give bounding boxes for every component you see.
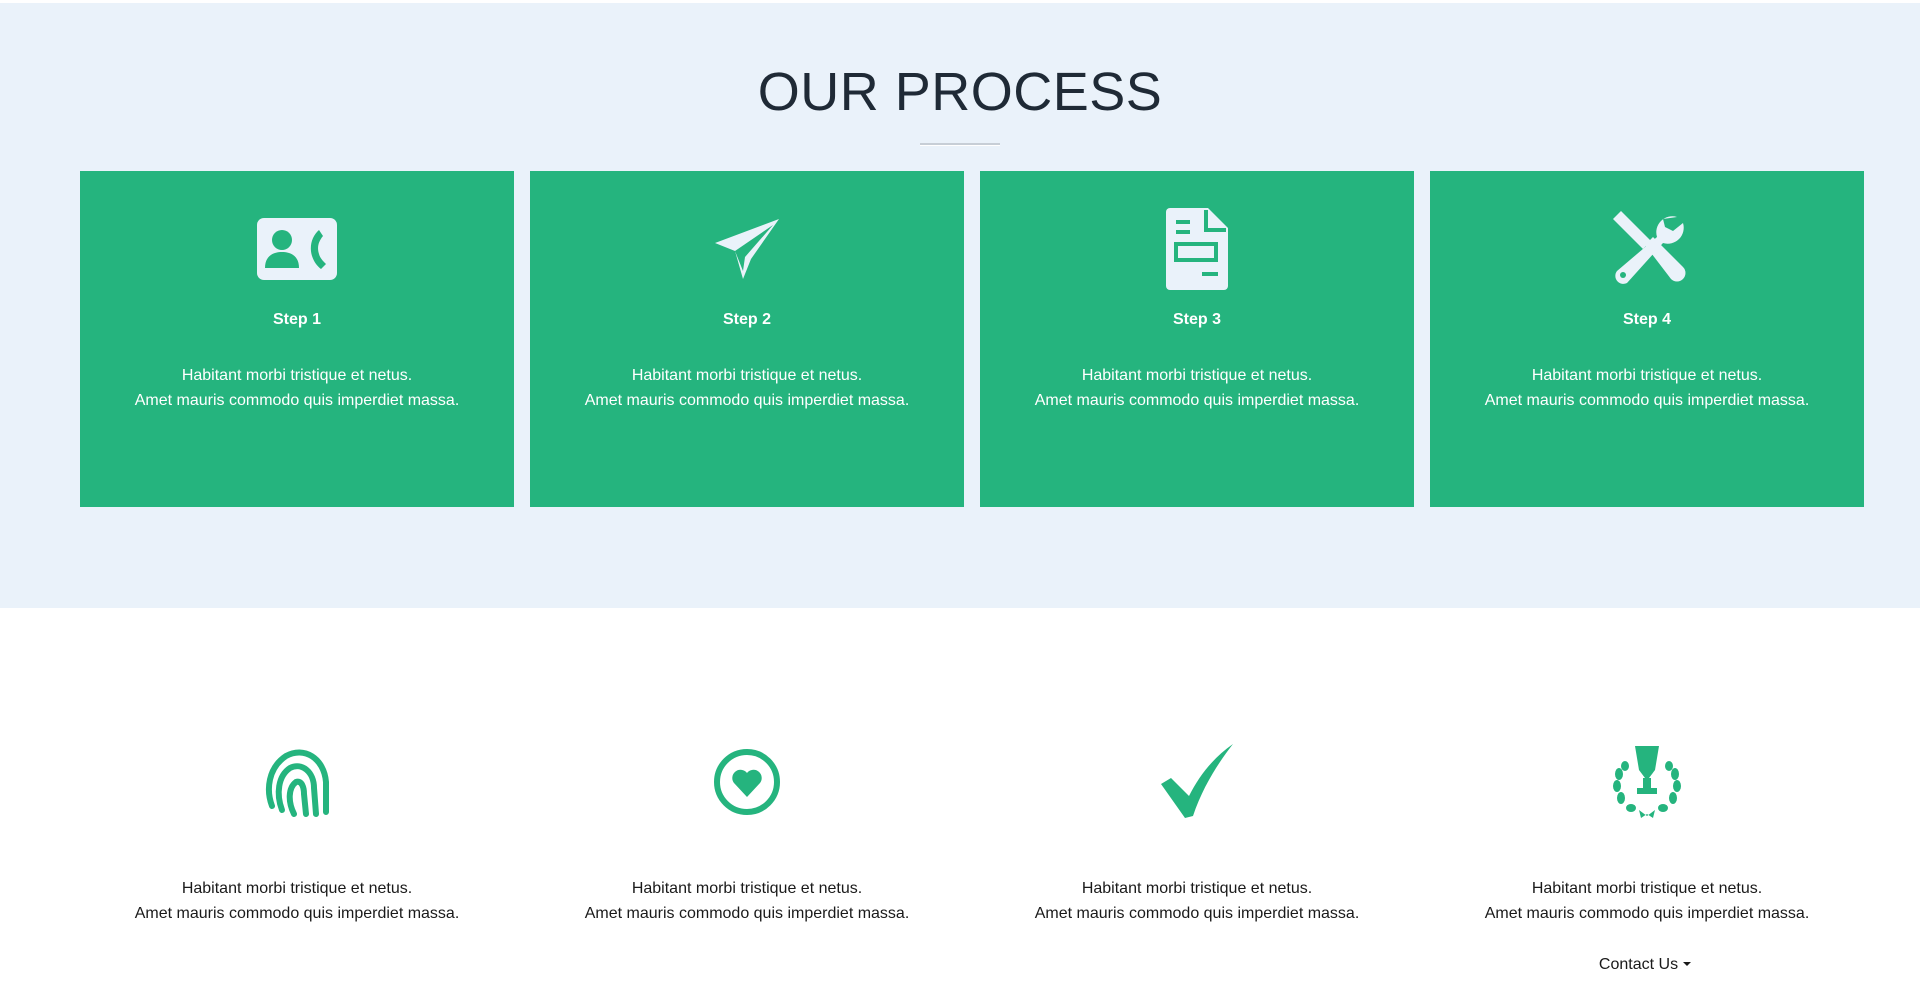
step-desc-line-2: Amet mauris commodo quis imperdiet massa…: [134, 392, 460, 409]
process-card-step-3: Step 3 Habitant morbi tristique et netus…: [980, 171, 1414, 507]
feature-desc-line-1: Habitant morbi tristique et netus.: [1531, 880, 1763, 897]
feature-description: Habitant morbi tristique et netus. Amet …: [980, 876, 1414, 926]
step-desc-line-1: Habitant morbi tristique et netus.: [1531, 367, 1763, 384]
feature-desc-line-2: Amet mauris commodo quis imperdiet massa…: [134, 905, 460, 922]
feature-desc-line-2: Amet mauris commodo quis imperdiet massa…: [584, 905, 910, 922]
step-desc-line-2: Amet mauris commodo quis imperdiet massa…: [1034, 392, 1360, 409]
step-description: Habitant morbi tristique et netus. Amet …: [1430, 363, 1864, 413]
checkmark-icon: [980, 740, 1414, 824]
process-cards: Step 1 Habitant morbi tristique et netus…: [80, 171, 1864, 507]
feature-desc-line-1: Habitant morbi tristique et netus.: [631, 880, 863, 897]
feature-description: Habitant morbi tristique et netus. Amet …: [530, 876, 964, 926]
contact-card-icon: [80, 207, 514, 291]
feature-item: Habitant morbi tristique et netus. Amet …: [1430, 740, 1864, 922]
title-divider: [920, 143, 1000, 146]
paper-plane-icon: [530, 207, 964, 291]
process-section: OUR PROCESS Step 1 Habitant morbi tristi…: [0, 0, 1920, 608]
trophy-laurel-icon: [1430, 740, 1864, 824]
caret-down-icon: [1683, 962, 1692, 966]
tools-icon: [1430, 207, 1864, 291]
step-desc-line-1: Habitant morbi tristique et netus.: [1081, 367, 1313, 384]
step-desc-line-2: Amet mauris commodo quis imperdiet massa…: [1484, 392, 1810, 409]
feature-description: Habitant morbi tristique et netus. Amet …: [1430, 876, 1864, 926]
features-section: Habitant morbi tristique et netus. Amet …: [80, 740, 1864, 922]
contact-us-label: Contact Us: [1598, 956, 1679, 973]
feature-desc-line-2: Amet mauris commodo quis imperdiet massa…: [1484, 905, 1810, 922]
step-label: Step 4: [1622, 311, 1671, 328]
feature-item: Habitant morbi tristique et netus. Amet …: [80, 740, 514, 922]
step-description: Habitant morbi tristique et netus. Amet …: [980, 363, 1414, 413]
contact-us-dropdown[interactable]: Contact Us: [1570, 956, 1720, 980]
document-icon: [980, 207, 1414, 291]
step-label: Step 1: [272, 311, 321, 328]
fingerprint-icon: [80, 740, 514, 824]
step-desc-line-1: Habitant morbi tristique et netus.: [631, 367, 863, 384]
process-card-step-2: Step 2 Habitant morbi tristique et netus…: [530, 171, 964, 507]
step-label: Step 3: [1172, 311, 1221, 328]
step-description: Habitant morbi tristique et netus. Amet …: [80, 363, 514, 413]
step-desc-line-1: Habitant morbi tristique et netus.: [181, 367, 413, 384]
step-description: Habitant morbi tristique et netus. Amet …: [530, 363, 964, 413]
feature-item: Habitant morbi tristique et netus. Amet …: [980, 740, 1414, 922]
step-desc-line-2: Amet mauris commodo quis imperdiet massa…: [584, 392, 910, 409]
feature-desc-line-2: Amet mauris commodo quis imperdiet massa…: [1034, 905, 1360, 922]
process-card-step-1: Step 1 Habitant morbi tristique et netus…: [80, 171, 514, 507]
section-title: OUR PROCESS: [757, 62, 1163, 122]
heart-circle-icon: [530, 740, 964, 824]
step-label: Step 2: [722, 311, 771, 328]
process-card-step-4: Step 4 Habitant morbi tristique et netus…: [1430, 171, 1864, 507]
feature-item: Habitant morbi tristique et netus. Amet …: [530, 740, 964, 922]
feature-desc-line-1: Habitant morbi tristique et netus.: [1081, 880, 1313, 897]
feature-desc-line-1: Habitant morbi tristique et netus.: [181, 880, 413, 897]
feature-description: Habitant morbi tristique et netus. Amet …: [80, 876, 514, 926]
